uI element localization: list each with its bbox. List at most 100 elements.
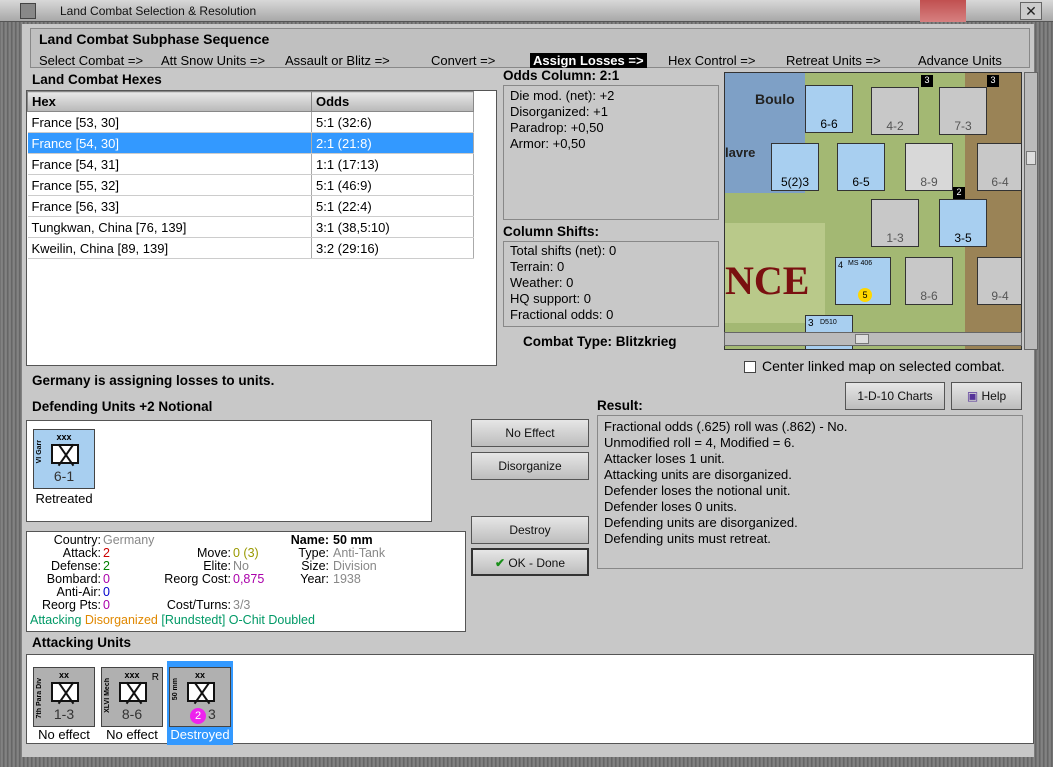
- scrollbar-thumb[interactable]: [855, 334, 869, 344]
- attack-value: 2: [103, 546, 110, 560]
- shift-line: HQ support: 0: [510, 291, 591, 306]
- odds-cell: 3:1 (38,5:10): [311, 216, 474, 238]
- mechanized-icon: [119, 682, 147, 702]
- help-button[interactable]: ▣ Help: [951, 382, 1022, 410]
- combat-type: Combat Type: Blitzkrieg: [523, 334, 677, 349]
- unit-caption: No effect: [38, 727, 90, 742]
- system-menu-icon[interactable]: [20, 3, 36, 19]
- status-ochit: O-Chit Doubled: [228, 613, 315, 627]
- shift-line: Total shifts (net): 0: [510, 243, 617, 258]
- defending-unit-chit[interactable]: xxx VI Garr 6-1: [33, 429, 95, 489]
- map-unit[interactable]: 1-3: [871, 199, 919, 247]
- map-unit[interactable]: 5(2)3: [771, 143, 819, 191]
- map-unit-value: 6-6: [820, 117, 838, 131]
- hex-cell: Kweilin, China [89, 139]: [27, 237, 312, 259]
- unit-details-panel: Country: Attack: Defense: Bombard: Anti-…: [26, 531, 466, 632]
- result-line: Fractional odds (.625) roll was (.862) -…: [604, 419, 848, 434]
- table-row[interactable]: France [53, 30] 5:1 (32:6): [27, 111, 474, 133]
- title-bar: Land Combat Selection & Resolution ✕: [0, 0, 1053, 22]
- map-unit[interactable]: 6-6: [805, 85, 853, 133]
- map-horizontal-scrollbar[interactable]: [724, 332, 1022, 346]
- status-text: Germany is assigning losses to units.: [32, 373, 275, 388]
- ok-done-label: OK - Done: [508, 556, 566, 570]
- map-unit-label: D510: [820, 319, 837, 326]
- no-effect-button[interactable]: No Effect: [471, 419, 589, 447]
- step-hex-control: Hex Control =>: [668, 53, 756, 68]
- map-unit-value: 8-6: [920, 289, 938, 303]
- column-header-odds[interactable]: Odds: [311, 91, 474, 112]
- year-label: Year:: [300, 572, 329, 586]
- reorgcost-value: 0,875: [233, 572, 265, 586]
- garrison-icon: [51, 444, 79, 464]
- step-convert: Convert =>: [431, 53, 496, 68]
- reorgpts-value: 0: [103, 598, 110, 612]
- map-unit[interactable]: 7-3: [939, 87, 987, 135]
- result-panel: Fractional odds (.625) roll was (.862) -…: [597, 415, 1023, 569]
- german-flag-icon: [920, 0, 966, 22]
- map-vertical-scrollbar[interactable]: [1024, 72, 1038, 350]
- subphase-sequence: Land Combat Subphase Sequence Select Com…: [30, 28, 1030, 68]
- map-city-label: lavre: [725, 145, 756, 160]
- map-unit[interactable]: 8-6: [905, 257, 953, 305]
- attacking-unit-chit-selected[interactable]: xx 50 mm 2 3: [169, 667, 231, 727]
- shift-line: Fractional odds: 0: [510, 307, 614, 322]
- center-linked-checkbox[interactable]: [744, 361, 756, 373]
- help-label: Help: [981, 389, 1007, 403]
- antiair-value: 0: [103, 585, 110, 599]
- map-unit[interactable]: 3-5: [939, 199, 987, 247]
- table-row[interactable]: France [55, 32] 5:1 (46:9): [27, 174, 474, 196]
- window-frame: Land Combat Selection & Resolution ✕ Lan…: [0, 0, 1053, 767]
- country-value: Germany: [103, 533, 155, 547]
- costturns-value: 3/3: [233, 598, 251, 612]
- map-unit[interactable]: 8-9: [905, 143, 953, 191]
- map-city-label: Boulo: [755, 91, 795, 107]
- scrollbar-thumb[interactable]: [1026, 151, 1036, 165]
- map-unit[interactable]: 4-2: [871, 87, 919, 135]
- unit-size: xxx: [56, 432, 72, 442]
- table-row[interactable]: Kweilin, China [89, 139] 3:2 (29:16): [27, 237, 474, 259]
- table-row[interactable]: France [56, 33] 5:1 (22:4): [27, 195, 474, 217]
- disorganize-button[interactable]: Disorganize: [471, 452, 589, 480]
- attacking-unit-chit[interactable]: xx 7th Para Div 1-3: [33, 667, 95, 727]
- attacking-unit-chit[interactable]: xxx XLVI Mech 8-6 R: [101, 667, 163, 727]
- odds-line: Paradrop: +0,50: [510, 120, 604, 135]
- odds-cell: 5:1 (22:4): [311, 195, 474, 217]
- ok-done-button[interactable]: ✔ OK - Done: [471, 548, 589, 576]
- badge-dot: 2: [190, 708, 206, 724]
- table-row-selected[interactable]: France [54, 30] 2:1 (21:8): [27, 132, 474, 154]
- charts-button[interactable]: 1-D-10 Charts: [845, 382, 945, 410]
- attacking-title: Attacking Units: [32, 635, 132, 650]
- step-select-combat: Select Combat =>: [39, 53, 144, 68]
- book-icon: ▣: [966, 389, 979, 403]
- destroy-button[interactable]: Destroy: [471, 516, 589, 544]
- hexes-title: Land Combat Hexes: [32, 72, 162, 87]
- close-button[interactable]: ✕: [1020, 2, 1042, 20]
- status-disorganized: Disorganized: [84, 613, 158, 627]
- map-country-label: NCE: [725, 258, 810, 303]
- costturns-label: Cost/Turns:: [166, 598, 231, 612]
- map-unit[interactable]: 6-5: [837, 143, 885, 191]
- map-unit-value: 1-3: [886, 231, 904, 245]
- unit-caption-selected: Destroyed: [169, 727, 231, 742]
- odds-line: Armor: +0,50: [510, 136, 586, 151]
- hexes-list[interactable]: Hex Odds France [53, 30] 5:1 (32:6) Franc…: [26, 90, 497, 366]
- shifts-panel: Total shifts (net): 0 Terrain: 0 Weather…: [503, 241, 719, 327]
- linked-map[interactable]: Boulo lavre NCE 6-6 4-2 7-3 5(2)3 6-5 8-…: [724, 72, 1022, 350]
- odds-cell: 2:1 (21:8): [311, 132, 474, 154]
- unit-name: VI Garr: [36, 440, 43, 464]
- shift-line: Terrain: 0: [510, 259, 565, 274]
- odds-panel: Die mod. (net): +2 Disorganized: +1 Para…: [503, 85, 719, 220]
- unit-size: xx: [194, 670, 205, 680]
- map-unit[interactable]: 9-4: [977, 257, 1021, 305]
- stack-count: 3: [987, 75, 999, 87]
- column-header-hex[interactable]: Hex: [27, 91, 312, 112]
- unit-value: 3: [208, 706, 216, 722]
- defending-title: Defending Units +2 Notional: [32, 399, 213, 414]
- hex-cell: France [54, 30]: [27, 132, 312, 154]
- reorgcost-label: Reorg Cost:: [164, 572, 231, 586]
- reserve-badge: R: [151, 672, 159, 683]
- table-row[interactable]: France [54, 31] 1:1 (17:13): [27, 153, 474, 175]
- table-row[interactable]: Tungkwan, China [76, 139] 3:1 (38,5:10): [27, 216, 474, 238]
- map-unit[interactable]: 6-4: [977, 143, 1021, 191]
- map-plane-unit[interactable]: 4 MS 406 5: [835, 257, 891, 305]
